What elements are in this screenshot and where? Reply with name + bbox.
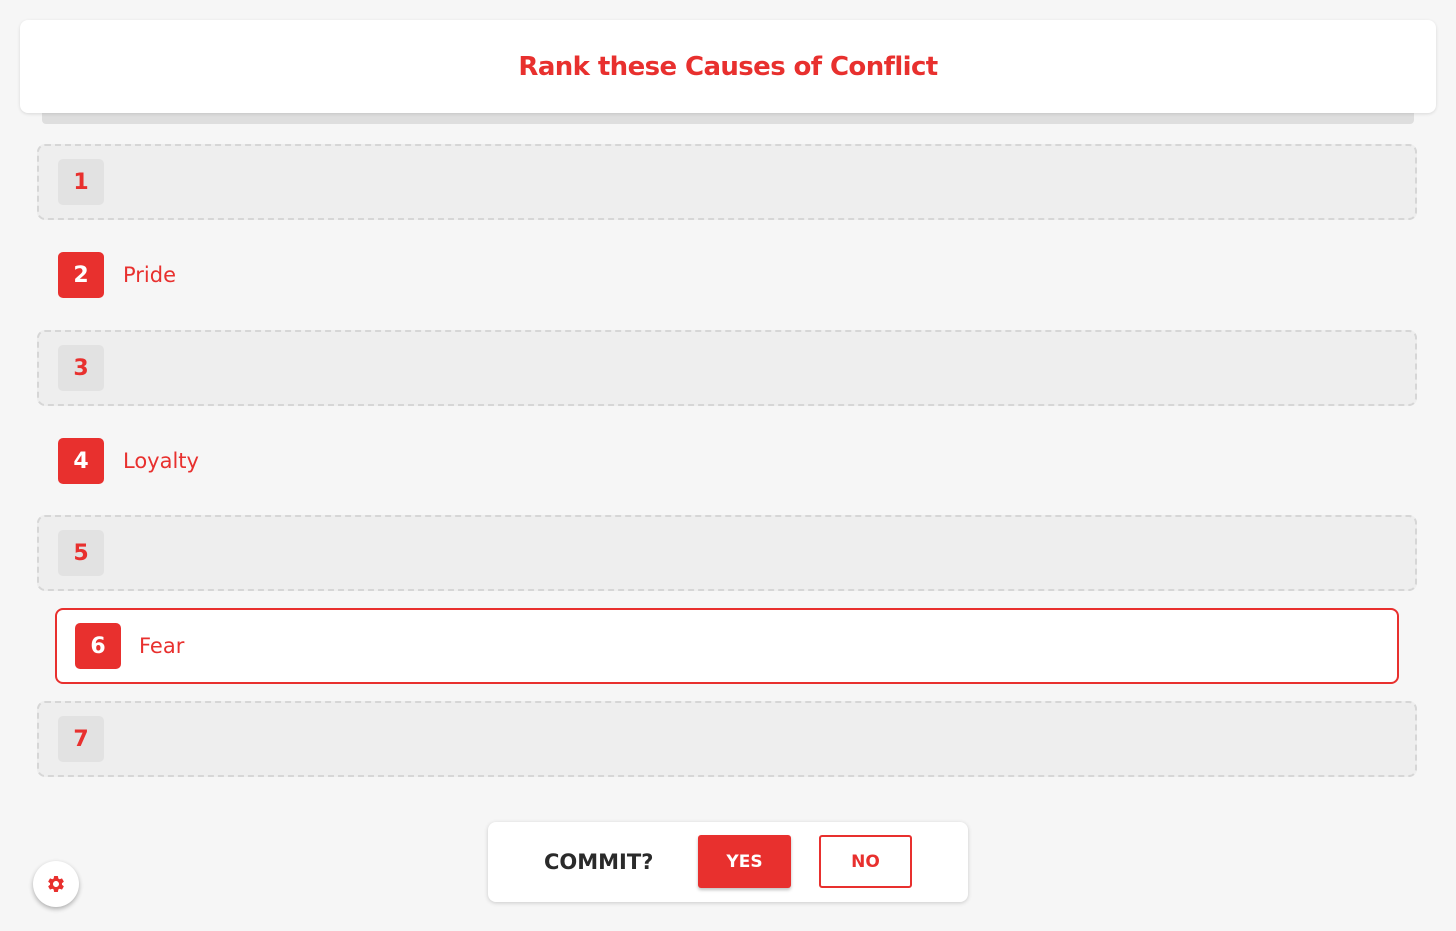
rank-slot-6[interactable]: 6 Fear <box>55 608 1399 684</box>
rank-slot-5[interactable]: 5 <box>37 515 1417 591</box>
rank-number-badge: 2 <box>58 252 104 298</box>
page-header: Rank these Causes of Conflict <box>20 20 1436 113</box>
no-button[interactable]: NO <box>819 835 912 888</box>
commit-panel: COMMIT? YES NO <box>488 822 968 902</box>
settings-button[interactable] <box>33 861 79 907</box>
rank-slot-3[interactable]: 3 <box>37 330 1417 406</box>
rank-slot-2[interactable]: 2 Pride <box>37 237 1417 313</box>
rank-number-badge: 5 <box>58 530 104 576</box>
rank-number-badge: 7 <box>58 716 104 762</box>
rank-slot-7[interactable]: 7 <box>37 701 1417 777</box>
rank-item-label: Loyalty <box>123 449 199 473</box>
yes-button[interactable]: YES <box>698 835 791 888</box>
rank-number-badge: 4 <box>58 438 104 484</box>
commit-label: COMMIT? <box>544 850 654 874</box>
rank-item-label: Pride <box>123 263 177 287</box>
rank-slot-1[interactable]: 1 <box>37 144 1417 220</box>
rank-number-badge: 6 <box>75 623 121 669</box>
gear-icon <box>48 876 64 892</box>
rank-number-badge: 1 <box>58 159 104 205</box>
rank-number-badge: 3 <box>58 345 104 391</box>
rank-slot-4[interactable]: 4 Loyalty <box>37 423 1417 499</box>
page-title: Rank these Causes of Conflict <box>518 51 938 82</box>
rank-item-label: Fear <box>139 634 185 658</box>
